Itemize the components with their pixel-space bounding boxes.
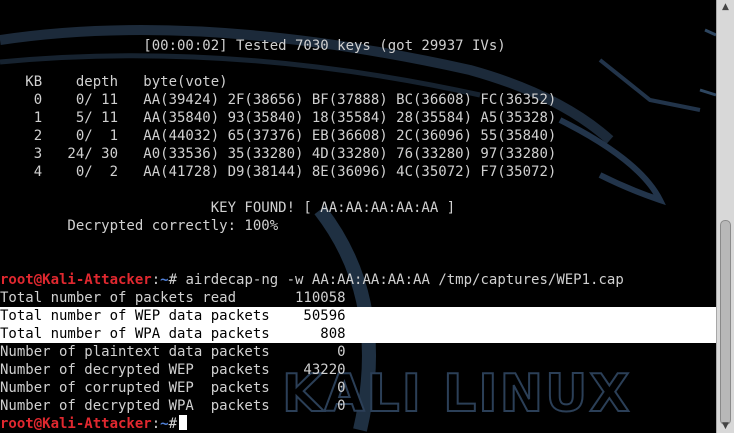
prompt-path: ~	[160, 272, 169, 288]
output-line: Number of corrupted WEP packets 0	[0, 380, 346, 396]
output-line: Number of decrypted WEP packets 43220	[0, 362, 346, 378]
output-line: Number of plaintext data packets 0	[0, 344, 346, 360]
key-found-line: KEY FOUND! [ AA:AA:AA:AA:AA ]	[0, 200, 456, 216]
output-line-highlighted: Total number of WEP data packets 50596	[0, 308, 346, 324]
table-row: 1 5/ 11 AA(35840) 93(35840) 18(35584) 28…	[0, 110, 557, 126]
status-line: [00:00:02] Tested 7030 keys (got 29937 I…	[0, 38, 506, 54]
prompt-symbol: #	[168, 272, 178, 288]
prompt-user-host: root@Kali-Attacker	[0, 416, 152, 432]
prompt-path: ~	[160, 416, 169, 432]
decrypted-line: Decrypted correctly: 100%	[0, 218, 279, 234]
final-prompt-line[interactable]: root@Kali-Attacker:~#	[0, 415, 188, 433]
scroll-up-arrow-icon[interactable]: ▲	[717, 0, 734, 14]
output-line-highlighted: Total number of WPA data packets 808	[0, 326, 346, 342]
vertical-scrollbar[interactable]: ▲ ▼	[716, 0, 734, 433]
prompt-separator: :	[151, 416, 161, 432]
text-cursor[interactable]	[179, 415, 188, 430]
output-line: Number of decrypted WPA packets 0	[0, 398, 346, 414]
table-row: 0 0/ 11 AA(39424) 2F(38656) BF(37888) BC…	[0, 92, 557, 108]
prompt-separator: :	[151, 272, 161, 288]
scrollbar-thumb[interactable]	[720, 220, 731, 425]
prompt-symbol: #	[168, 416, 178, 432]
table-row: 4 0/ 2 AA(41728) D9(38144) 8E(36096) 4C(…	[0, 164, 557, 180]
prompt-user-host: root@Kali-Attacker	[0, 272, 152, 288]
command-text: airdecap-ng -w AA:AA:AA:AA:AA /tmp/captu…	[177, 272, 624, 288]
command-line: root@Kali-Attacker:~# airdecap-ng -w AA:…	[0, 271, 624, 289]
table-row: 3 24/ 30 A0(33536) 35(33280) 4D(33280) 7…	[0, 146, 557, 162]
table-header: KB depth byte(vote)	[0, 74, 228, 90]
table-row: 2 0/ 1 AA(44032) 65(37376) EB(36608) 2C(…	[0, 128, 557, 144]
output-line: Total number of packets read 110058	[0, 290, 346, 306]
terminal-window[interactable]: KALI LINUX [00:00:02] Tested 7030 keys (…	[0, 0, 734, 433]
scroll-down-arrow-icon[interactable]: ▼	[717, 419, 734, 433]
